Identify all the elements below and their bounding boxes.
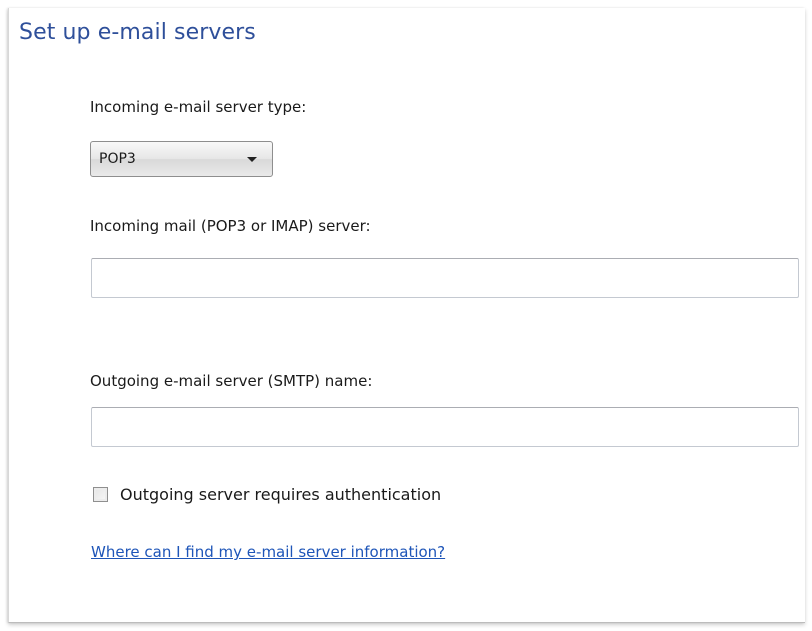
auth-required-label[interactable]: Outgoing server requires authentication	[120, 485, 441, 504]
incoming-server-type-label: Incoming e-mail server type:	[90, 98, 307, 116]
incoming-server-type-value: POP3	[99, 151, 136, 167]
server-info-help-link[interactable]: Where can I find my e-mail server inform…	[91, 543, 445, 561]
incoming-server-input[interactable]	[91, 258, 799, 298]
page-title: Set up e-mail servers	[19, 20, 256, 45]
outgoing-server-label: Outgoing e-mail server (SMTP) name:	[90, 372, 373, 390]
chevron-down-icon	[247, 157, 257, 162]
auth-required-checkbox[interactable]	[93, 487, 108, 502]
outgoing-server-input[interactable]	[91, 407, 799, 447]
incoming-server-type-dropdown[interactable]: POP3	[90, 141, 273, 177]
setup-email-servers-panel: Set up e-mail servers Incoming e-mail se…	[8, 8, 805, 623]
incoming-server-label: Incoming mail (POP3 or IMAP) server:	[90, 217, 371, 235]
